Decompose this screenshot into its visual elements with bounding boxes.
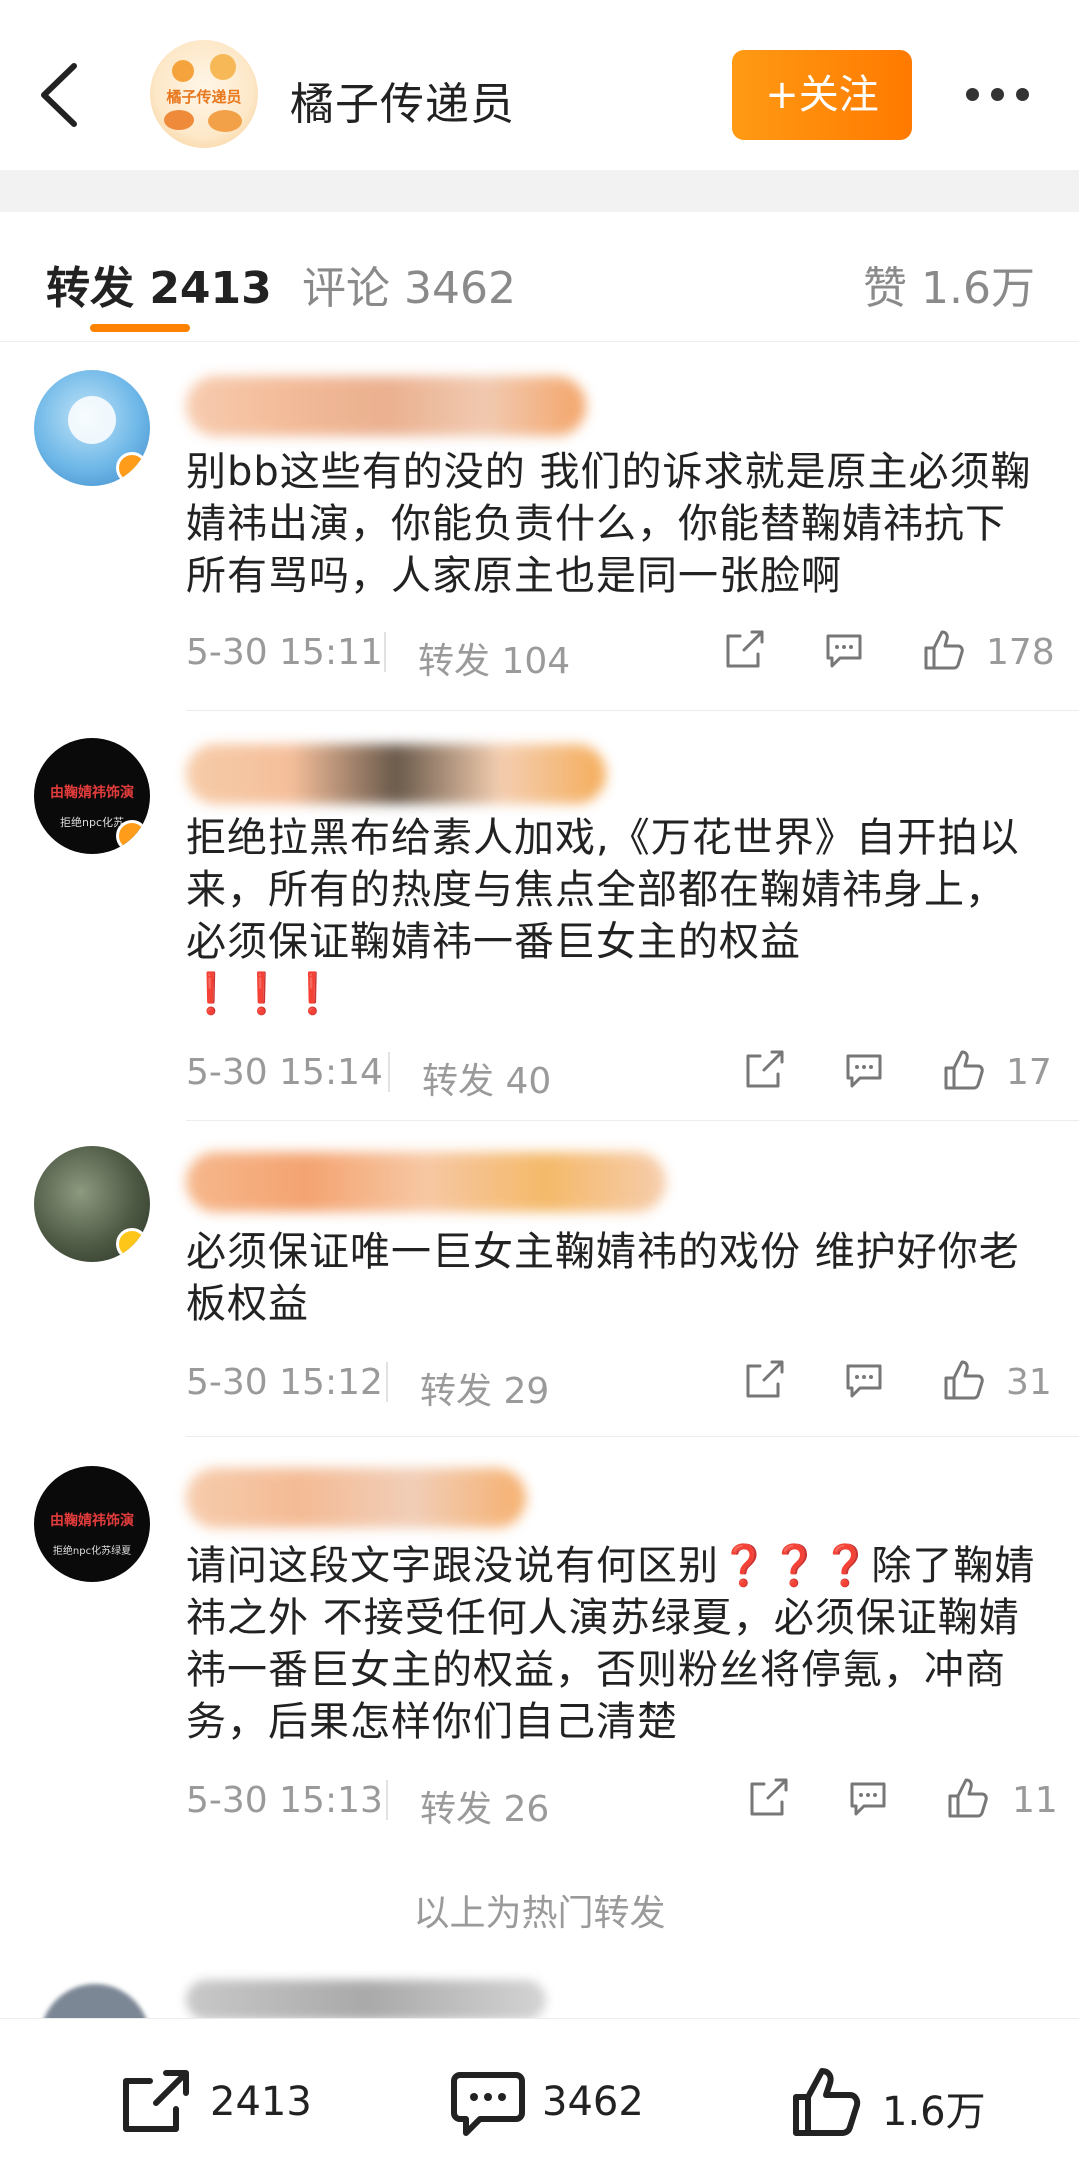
comment-meta: 5-30 15:14 转发 40 17 <box>186 1046 1052 1104</box>
like-icon[interactable] <box>946 1776 990 1820</box>
comment-icon <box>451 2072 525 2136</box>
comment-meta: 5-30 15:12 转发 29 31 <box>186 1356 1052 1414</box>
like-icon <box>793 2068 861 2136</box>
username-blurred[interactable] <box>186 376 586 436</box>
avatar-subtext: 拒绝npc化苏绿夏 <box>52 1546 132 1557</box>
like-count: 11 <box>1012 1780 1058 1821</box>
hot-repost-label: 以上为热门转发 <box>413 1893 666 1934</box>
like-icon[interactable] <box>942 1048 986 1092</box>
timestamp: 5-30 15:13 <box>186 1780 383 1821</box>
verified-badge-icon <box>116 820 148 852</box>
account-name[interactable]: 橘子传递员 <box>290 68 515 132</box>
timestamp: 5-30 15:14 <box>186 1052 383 1093</box>
follow-button[interactable]: +关注 <box>732 50 912 140</box>
share-icon <box>123 2070 189 2132</box>
like-count: 17 <box>1006 1052 1052 1093</box>
comment-meta: 5-30 15:11 转发 104 178 <box>186 626 1055 684</box>
username-blurred[interactable] <box>186 1468 526 1528</box>
list-item: 由鞠婧祎饰演 拒绝npc化苏 拒绝拉黑布给素人加戏,《万花世界》自开拍以来，所有… <box>0 720 1079 1121</box>
comment-icon[interactable] <box>842 1358 886 1402</box>
list-item: 必须保证唯一巨女主鞠婧祎的戏份 维护好你老板权益 5-30 15:12 转发 2… <box>0 1130 1079 1437</box>
tab-like[interactable]: 赞 1.6万 <box>863 252 1035 316</box>
timestamp: 5-30 15:12 <box>186 1362 383 1403</box>
repost-count[interactable]: 转发 29 <box>420 1362 549 1414</box>
comment-meta: 5-30 15:13 转发 26 11 <box>186 1774 1058 1832</box>
avatar-text: 由鞠婧祎饰演 <box>50 1513 134 1529</box>
avatar-text: 橘子传递员 <box>166 88 242 106</box>
verified-badge-icon <box>116 452 148 484</box>
username-blurred[interactable] <box>186 744 606 804</box>
avatar[interactable] <box>40 1984 150 2018</box>
comment-text: 请问这段文字跟没说有何区别❓❓❓除了鞠婧祎之外 不接受任何人演苏绿夏，必须保证鞠… <box>186 1543 1036 1745</box>
like-button[interactable]: 1.6万 <box>790 2067 990 2137</box>
repost-total: 2413 <box>210 2079 312 2125</box>
active-tab-indicator <box>90 324 190 332</box>
avatar[interactable] <box>34 1146 150 1262</box>
timestamp: 5-30 15:11 <box>186 632 383 673</box>
account-avatar[interactable]: 橘子传递员 <box>150 40 258 148</box>
like-icon[interactable] <box>922 628 966 672</box>
list-item-partial <box>0 1960 1079 2018</box>
share-icon[interactable] <box>742 1358 786 1402</box>
more-dots-icon[interactable] <box>966 88 1030 102</box>
avatar[interactable]: 由鞠婧祎饰演 拒绝npc化苏 <box>34 738 150 854</box>
like-total: 1.6万 <box>882 2089 986 2135</box>
comment-total: 3462 <box>542 2079 644 2125</box>
like-icon[interactable] <box>942 1358 986 1402</box>
repost-count[interactable]: 转发 104 <box>418 632 570 684</box>
avatar[interactable]: 由鞠婧祎饰演 拒绝npc化苏绿夏 <box>34 1466 150 1582</box>
repost-count[interactable]: 转发 40 <box>422 1052 551 1104</box>
bottom-action-bar: 2413 3462 1.6万 <box>0 2018 1079 2178</box>
share-icon[interactable] <box>746 1776 790 1820</box>
verified-badge-icon <box>116 1228 148 1260</box>
comment-icon[interactable] <box>846 1776 890 1820</box>
comment-text: 必须保证唯一巨女主鞠婧祎的戏份 维护好你老板权益 <box>186 1229 1020 1327</box>
username-blurred[interactable] <box>186 1980 546 2018</box>
tab-bar: 转发 2413 评论 3462 赞 1.6万 <box>0 212 1079 342</box>
comment-button[interactable]: 3462 <box>450 2067 650 2137</box>
avatar[interactable] <box>34 370 150 486</box>
list-item: 由鞠婧祎饰演 拒绝npc化苏绿夏 请问这段文字跟没说有何区别❓❓❓除了鞠婧祎之外… <box>0 1448 1079 1848</box>
share-icon[interactable] <box>742 1048 786 1092</box>
repost-count[interactable]: 转发 26 <box>420 1780 549 1832</box>
comment-icon[interactable] <box>822 628 866 672</box>
section-divider <box>0 170 1079 212</box>
list-item: 别bb这些有的没的 我们的诉求就是原主必须鞠婧祎出演，你能负责什么，你能替鞠婧祎… <box>0 360 1079 711</box>
tab-repost[interactable]: 转发 2413 <box>46 252 272 316</box>
username-blurred[interactable] <box>186 1152 666 1212</box>
comment-text: 拒绝拉黑布给素人加戏,《万花世界》自开拍以来，所有的热度与焦点全部都在鞠婧祎身上… <box>186 815 1020 1017</box>
comment-text: 别bb这些有的没的 我们的诉求就是原主必须鞠婧祎出演，你能负责什么，你能替鞠婧祎… <box>186 449 1032 599</box>
share-icon[interactable] <box>722 628 766 672</box>
tab-comment[interactable]: 评论 3462 <box>302 252 516 316</box>
like-count: 31 <box>1006 1362 1052 1403</box>
repost-button[interactable]: 2413 <box>118 2067 318 2137</box>
top-bar: 橘子传递员 橘子传递员 +关注 <box>0 0 1079 170</box>
like-count: 178 <box>986 632 1055 673</box>
comment-icon[interactable] <box>842 1048 886 1092</box>
exclamation-emoji: ❗❗❗ <box>186 971 339 1017</box>
back-arrow-icon[interactable] <box>38 62 82 128</box>
avatar-text: 由鞠婧祎饰演 <box>50 785 134 801</box>
